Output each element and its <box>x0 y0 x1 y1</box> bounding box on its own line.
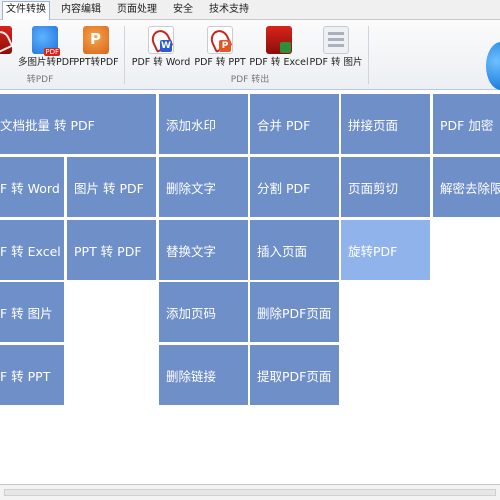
pdf-to-word-label: PDF 转 Word <box>131 57 191 68</box>
pdf-to-ppt-label: PDF 转 PPT <box>194 57 246 68</box>
tile-insert-page[interactable]: 插入页面 <box>250 220 339 280</box>
ppt-to-pdf-label: PPT转PDF <box>73 57 119 68</box>
images-to-pdf-button[interactable]: 多图片转PDF <box>18 26 75 70</box>
pdf-to-ppt-icon <box>207 26 233 54</box>
tab-content-edit[interactable]: 内容编辑 <box>56 2 106 20</box>
pdf-to-excel-label: PDF 转 Excel <box>249 57 309 68</box>
file-to-pdf-button[interactable]: F <box>0 26 12 70</box>
tile-replace-text[interactable]: 替换文字 <box>159 220 248 280</box>
pdf-to-ppt-button[interactable]: PDF 转 PPT <box>194 26 246 70</box>
ppt-to-pdf-button[interactable]: PPT转PDF <box>73 26 119 70</box>
app-logo-icon <box>486 42 500 90</box>
tile-add-page-number[interactable]: 添加页码 <box>159 282 248 342</box>
tile-delete-text[interactable]: 删除文字 <box>159 157 248 217</box>
group-label-pdf-export: PDF 转出 <box>230 75 270 85</box>
pdf-to-image-label: PDF 转 图片 <box>309 57 363 68</box>
tile-pdf-to-excel[interactable]: F 转 Excel <box>0 220 64 280</box>
tile-ppt-to-pdf[interactable]: PPT 转 PDF <box>67 220 156 280</box>
status-bar <box>0 484 500 500</box>
tile-encrypt-pdf[interactable]: PDF 加密 <box>433 94 500 154</box>
pdf-to-image-button[interactable]: PDF 转 图片 <box>309 26 363 70</box>
tile-delete-pdf-page[interactable]: 删除PDF页面 <box>250 282 339 342</box>
tab-tech-support[interactable]: 技术支持 <box>204 2 254 20</box>
tile-extract-pdf-page[interactable]: 提取PDF页面 <box>250 345 339 405</box>
pdf-to-excel-icon <box>266 26 292 54</box>
ppt-to-pdf-icon <box>83 26 109 54</box>
pdf-to-excel-button[interactable]: PDF 转 Excel <box>249 26 309 70</box>
tab-security[interactable]: 安全 <box>168 2 198 20</box>
tile-image-to-pdf[interactable]: 图片 转 PDF <box>67 157 156 217</box>
pdf-to-word-button[interactable]: PDF 转 Word <box>132 26 190 70</box>
tile-pdf-to-ppt[interactable]: F 转 PPT <box>0 345 64 405</box>
menu-bar: 文件转换 内容编辑 页面处理 安全 技术支持 <box>0 0 500 21</box>
group-label-to-pdf: 转PDF <box>26 75 54 85</box>
tile-crop-page[interactable]: 页面剪切 <box>341 157 430 217</box>
ribbon-toolbar: F 多图片转PDF PPT转PDF 转PDF PDF 转 Word PDF 转 … <box>0 20 500 90</box>
tab-file-conversion[interactable]: 文件转换 <box>2 1 50 21</box>
tile-pdf-to-image[interactable]: F 转 图片 <box>0 282 64 342</box>
file-to-pdf-label: F <box>0 57 18 69</box>
pdf-file-icon <box>0 26 12 54</box>
horizontal-scrollbar[interactable] <box>4 489 496 496</box>
tile-stitch-pages[interactable]: 拼接页面 <box>341 94 430 154</box>
tile-rotate-pdf[interactable]: 旋转PDF <box>341 220 430 280</box>
tile-pdf-to-word[interactable]: F 转 Word <box>0 157 64 217</box>
ribbon-separator <box>124 26 125 84</box>
tile-decrypt-remove-restrictions[interactable]: 解密去除限 <box>433 157 500 217</box>
pdf-to-word-icon <box>148 26 174 54</box>
tab-page-processing[interactable]: 页面处理 <box>112 2 162 20</box>
tile-batch-to-pdf[interactable]: 文档批量 转 PDF <box>0 94 156 154</box>
pdf-to-image-icon <box>323 26 349 54</box>
images-to-pdf-label: 多图片转PDF <box>18 57 75 68</box>
tile-merge-pdf[interactable]: 合并 PDF <box>250 94 339 154</box>
tile-split-pdf[interactable]: 分割 PDF <box>250 157 339 217</box>
image-to-pdf-icon <box>32 26 60 56</box>
tile-add-watermark[interactable]: 添加水印 <box>159 94 248 154</box>
tile-delete-links[interactable]: 删除链接 <box>159 345 248 405</box>
ribbon-separator <box>368 26 369 84</box>
